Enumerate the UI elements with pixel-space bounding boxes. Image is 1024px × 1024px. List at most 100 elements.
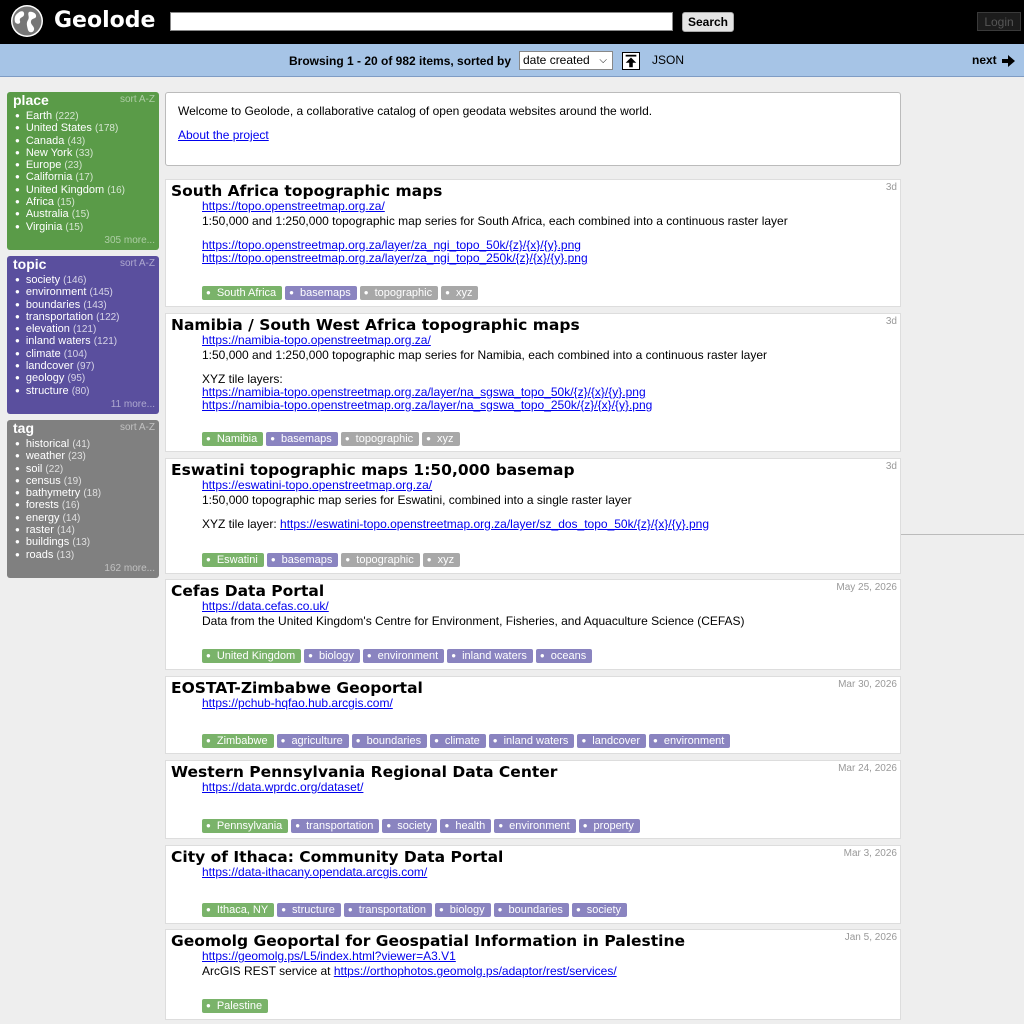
tag-chip[interactable]: xyz <box>422 432 460 446</box>
facet-item[interactable]: weather (23) <box>15 450 101 462</box>
tag-chip[interactable]: topographic <box>341 553 420 567</box>
facet-item[interactable]: structure (80) <box>15 385 120 397</box>
facet-item[interactable]: Canada (43) <box>15 135 125 147</box>
tag-chip[interactable]: structure <box>277 903 341 917</box>
item-title[interactable]: South Africa topographic maps <box>171 182 442 200</box>
item-title[interactable]: City of Ithaca: Community Data Portal <box>171 848 503 866</box>
facet-sort-link[interactable]: sort A-Z <box>120 258 155 269</box>
tag-chip[interactable]: Eswatini <box>202 553 264 567</box>
tag-chip[interactable]: agriculture <box>276 734 349 748</box>
brand-name[interactable]: Geolode <box>54 8 155 33</box>
tag-chip[interactable]: transportation <box>343 903 432 917</box>
facet-item[interactable]: buildings (13) <box>15 536 101 548</box>
sort-direction-icon[interactable] <box>622 52 640 70</box>
item-url-link[interactable]: https://topo.openstreetmap.org.za/ <box>202 199 385 213</box>
facet-item[interactable]: landcover (97) <box>15 360 120 372</box>
search-input[interactable] <box>170 12 673 31</box>
item-link[interactable]: https://namibia-topo.openstreetmap.org.z… <box>202 385 646 399</box>
tag-chip[interactable]: boundaries <box>493 903 569 917</box>
facet-item[interactable]: environment (145) <box>15 286 120 298</box>
facet-item[interactable]: boundaries (143) <box>15 299 120 311</box>
facet-sort-link[interactable]: sort A-Z <box>120 94 155 105</box>
tag-chip[interactable]: climate <box>430 734 486 748</box>
tag-chip[interactable]: Zimbabwe <box>202 734 274 748</box>
tag-chip[interactable]: topographic <box>359 286 439 300</box>
item-url-link[interactable]: https://data.wprdc.org/dataset/ <box>202 780 363 794</box>
item-title[interactable]: Geomolg Geoportal for Geospatial Informa… <box>171 932 685 950</box>
next-page-link[interactable]: next <box>972 53 1016 67</box>
facet-title[interactable]: place <box>13 92 49 108</box>
tag-chip[interactable]: topographic <box>340 432 420 446</box>
item-url-link[interactable]: https://data.cefas.co.uk/ <box>202 599 329 613</box>
facet-item[interactable]: Africa (15) <box>15 196 125 208</box>
tag-chip[interactable]: landcover <box>577 734 646 748</box>
item-link[interactable]: https://namibia-topo.openstreetmap.org.z… <box>202 398 652 412</box>
facet-item[interactable]: Australia (15) <box>15 208 125 220</box>
tag-chip[interactable]: basemaps <box>266 553 339 567</box>
facet-item[interactable]: United Kingdom (16) <box>15 184 125 196</box>
tag-chip[interactable]: Namibia <box>202 432 264 446</box>
tag-chip[interactable]: biology <box>434 903 491 917</box>
about-link[interactable]: About the project <box>178 128 269 142</box>
facet-item[interactable]: bathymetry (18) <box>15 487 101 499</box>
tag-chip[interactable]: oceans <box>535 649 593 663</box>
tag-chip[interactable]: United Kingdom <box>202 649 302 663</box>
tag-chip[interactable]: Palestine <box>202 999 269 1013</box>
tag-chip[interactable]: property <box>578 819 640 833</box>
tag-chip[interactable]: inland waters <box>447 649 533 663</box>
facet-item[interactable]: United States (178) <box>15 122 125 134</box>
tag-chip[interactable]: inland waters <box>488 734 575 748</box>
tag-chip[interactable]: xyz <box>422 553 461 567</box>
facet-item[interactable]: raster (14) <box>15 524 101 536</box>
item-link[interactable]: https://topo.openstreetmap.org.za/layer/… <box>202 238 581 252</box>
facet-more-link[interactable]: 11 more... <box>111 399 155 410</box>
search-button[interactable]: Search <box>682 12 734 32</box>
facet-item[interactable]: forests (16) <box>15 499 101 511</box>
item-title[interactable]: Western Pennsylvania Regional Data Cente… <box>171 763 557 781</box>
item-url-link[interactable]: https://pchub-hqfao.hub.arcgis.com/ <box>202 696 393 710</box>
tag-chip[interactable]: society <box>571 903 628 917</box>
tag-chip[interactable]: health <box>440 819 492 833</box>
item-link[interactable]: https://orthophotos.geomolg.ps/adaptor/r… <box>334 964 617 978</box>
facet-item[interactable]: climate (104) <box>15 348 120 360</box>
tag-chip[interactable]: Pennsylvania <box>202 819 289 833</box>
tag-chip[interactable]: basemaps <box>266 432 338 446</box>
item-url-link[interactable]: https://eswatini-topo.openstreetmap.org.… <box>202 478 432 492</box>
facet-item[interactable]: census (19) <box>15 475 101 487</box>
tag-chip[interactable]: environment <box>648 734 731 748</box>
facet-item[interactable]: soil (22) <box>15 463 101 475</box>
facet-more-link[interactable]: 162 more... <box>104 563 155 574</box>
facet-item[interactable]: New York (33) <box>15 147 125 159</box>
tag-chip[interactable]: xyz <box>441 286 479 300</box>
tag-chip[interactable]: environment <box>494 819 576 833</box>
facet-item[interactable]: Virginia (15) <box>15 221 125 233</box>
tag-chip[interactable]: transportation <box>291 819 380 833</box>
facet-item[interactable]: Earth (222) <box>15 110 125 122</box>
tag-chip[interactable]: biology <box>304 649 360 663</box>
tag-chip[interactable]: Ithaca, NY <box>202 903 275 917</box>
facet-item[interactable]: energy (14) <box>15 512 101 524</box>
facet-item[interactable]: elevation (121) <box>15 323 120 335</box>
facet-item[interactable]: roads (13) <box>15 549 101 561</box>
item-title[interactable]: EOSTAT-Zimbabwe Geoportal <box>171 679 423 697</box>
item-url-link[interactable]: https://namibia-topo.openstreetmap.org.z… <box>202 333 431 347</box>
facet-item[interactable]: geology (95) <box>15 372 120 384</box>
facet-title[interactable]: topic <box>13 256 46 272</box>
facet-sort-link[interactable]: sort A-Z <box>120 422 155 433</box>
item-title[interactable]: Eswatini topographic maps 1:50,000 basem… <box>171 461 575 479</box>
sort-select[interactable]: date created ⌵ <box>519 51 613 70</box>
tag-chip[interactable]: South Africa <box>202 286 283 300</box>
globe-logo-icon[interactable] <box>10 4 44 38</box>
login-button[interactable]: Login <box>977 12 1021 31</box>
facet-more-link[interactable]: 305 more... <box>104 235 155 246</box>
facet-item[interactable]: transportation (122) <box>15 311 120 323</box>
item-title[interactable]: Cefas Data Portal <box>171 582 324 600</box>
tag-chip[interactable]: boundaries <box>351 734 428 748</box>
json-link[interactable]: JSON <box>652 53 684 67</box>
item-link[interactable]: https://eswatini-topo.openstreetmap.org.… <box>280 517 709 531</box>
tag-chip[interactable]: environment <box>362 649 445 663</box>
facet-item[interactable]: inland waters (121) <box>15 335 120 347</box>
facet-item[interactable]: Europe (23) <box>15 159 125 171</box>
tag-chip[interactable]: basemaps <box>285 286 357 300</box>
item-url-link[interactable]: https://geomolg.ps/L5/index.html?viewer=… <box>202 949 456 963</box>
